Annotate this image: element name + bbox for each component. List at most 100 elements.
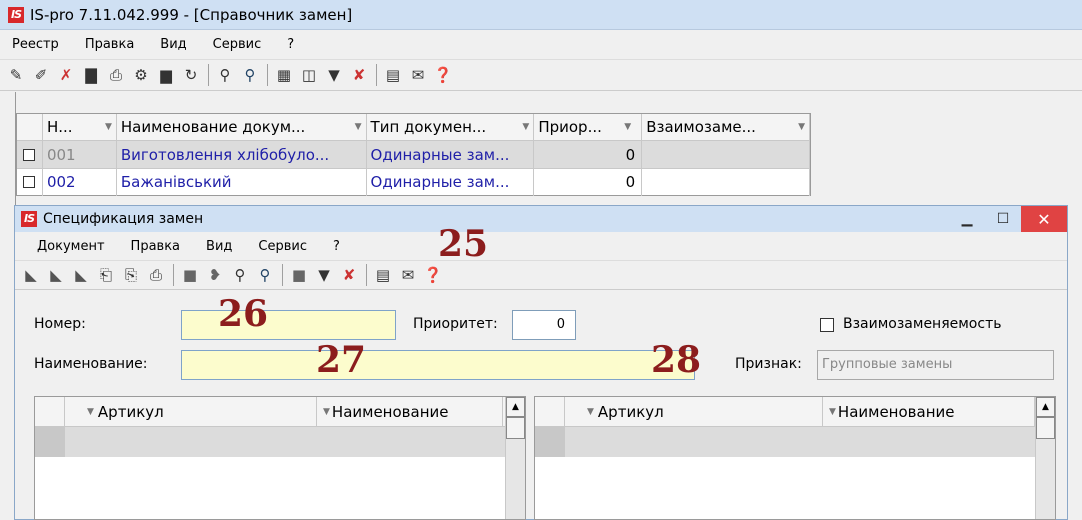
replacements-grid: Н... ▼ Наименование докум... ▼ Тип докумен… [16,113,811,196]
mutual-checkbox[interactable] [820,318,834,332]
name-input[interactable] [181,350,695,380]
scroll-thumb[interactable] [1036,417,1055,439]
menu-edit[interactable]: Правка [85,37,134,52]
col-header-mutual[interactable]: Взаимозаме... ▼ [642,113,810,141]
tools-icon[interactable]: ⚙ [129,63,153,87]
close-icon[interactable]: ✕ [1021,206,1067,232]
cell-priority[interactable]: 0 [534,168,643,196]
scroll-up-icon[interactable]: ▲ [1036,397,1055,417]
menu-registry[interactable]: Реестр [12,37,59,52]
toolbar-separator [366,264,367,286]
menu-view[interactable]: Вид [160,37,186,52]
cell-name[interactable]: Виготовлення хлібобуло... [117,141,367,168]
form-icon[interactable]: ▤ [381,63,405,87]
row-checkbox[interactable] [23,176,35,188]
chevron-down-icon[interactable]: ▼ [87,407,94,417]
chevron-down-icon[interactable]: ▼ [355,122,362,132]
col-header-name[interactable]: Наименование докум... ▼ [117,113,367,141]
delete-row-icon[interactable]: ◣ [69,263,93,287]
cell-number[interactable]: 002 [43,168,117,196]
sign-field: Групповые замены [817,350,1054,380]
menu-help[interactable]: ? [333,239,340,254]
menu-help[interactable]: ? [287,37,294,52]
sub-title-bar: IS Спецификация замен ▁ ☐ ✕ [15,206,1067,232]
cell-type[interactable]: Одинарные зам... [367,141,535,168]
col-header-name[interactable]: ▼ Наименование [823,396,1035,427]
help-icon[interactable]: ❓ [421,263,445,287]
menu-service[interactable]: Сервис [258,239,307,254]
maximize-icon[interactable]: ☐ [985,206,1021,232]
chevron-down-icon[interactable]: ▼ [624,122,631,132]
table-row[interactable]: 002 Бажанівський Одинарные зам... 0 [17,168,810,196]
filter-icon[interactable]: ▼ [322,63,346,87]
chevron-down-icon[interactable]: ▼ [829,407,836,417]
cell-mutual[interactable] [642,141,810,168]
filter-icon[interactable]: ▼ [312,263,336,287]
clear-filter-icon[interactable]: ✘ [347,63,371,87]
cell-priority[interactable]: 0 [534,141,643,168]
minimize-icon[interactable]: ▁ [949,206,985,232]
scrollbar[interactable]: ▲ [505,397,525,519]
book-icon[interactable]: ▆ [154,63,178,87]
col-header-priority[interactable]: Приор... ▼ [534,113,643,141]
row-checkbox[interactable] [23,148,35,161]
chevron-down-icon[interactable]: ▼ [105,122,112,132]
col-label: Наименование докум... [120,118,306,136]
chevron-down-icon[interactable]: ▼ [323,407,330,417]
toolbar-separator [208,64,209,86]
scroll-thumb[interactable] [506,417,525,439]
mail-icon[interactable]: ✉ [406,63,430,87]
form-icon[interactable]: ▤ [371,263,395,287]
chevron-down-icon[interactable]: ▼ [522,122,529,132]
mail-icon[interactable]: ✉ [396,263,420,287]
chevron-down-icon[interactable]: ▼ [587,407,594,417]
menu-edit[interactable]: Правка [131,239,180,254]
number-input[interactable] [181,310,396,340]
cell-number[interactable]: 001 [43,141,117,168]
copy-icon[interactable]: ▇ [79,63,103,87]
print-icon[interactable]: ⎙ [104,63,128,87]
new-doc-icon[interactable]: ⎗ [94,263,118,287]
refresh-icon[interactable]: ↻ [179,63,203,87]
menu-service[interactable]: Сервис [213,37,262,52]
cell-name[interactable]: Бажанівський [117,168,367,196]
col-header-number[interactable]: Н... ▼ [43,113,117,141]
clear-filter-icon[interactable]: ✘ [337,263,361,287]
print-icon[interactable]: ⎙ [144,263,168,287]
menu-view[interactable]: Вид [206,239,232,254]
block-icon[interactable]: ■ [178,263,202,287]
col-header-article[interactable]: ▼ Артикул [65,396,317,427]
layout-icon[interactable]: ◫ [297,63,321,87]
menu-document[interactable]: Документ [37,239,105,254]
cell-type[interactable]: Одинарные зам... [367,168,535,196]
delete-doc-icon[interactable]: ✗ [54,63,78,87]
new-doc-icon[interactable]: ✎ [4,63,28,87]
help-icon[interactable]: ❓ [431,63,455,87]
table-icon[interactable]: ▦ [272,63,296,87]
row-checkbox-cell[interactable] [17,141,43,168]
row-checkbox-cell[interactable] [17,168,43,196]
dropper-icon[interactable]: ❥ [203,263,227,287]
search-next-icon[interactable]: ⚲ [253,263,277,287]
scrollbar[interactable]: ▲ [1035,397,1055,519]
scroll-up-icon[interactable]: ▲ [506,397,525,417]
col-header-article[interactable]: ▼ Артикул [565,396,823,427]
priority-input[interactable]: 0 [512,310,576,340]
search-icon[interactable]: ⚲ [213,63,237,87]
edit-doc-icon[interactable]: ✐ [29,63,53,87]
add-row-icon[interactable]: ◣ [19,263,43,287]
col-label: Н... [46,118,73,136]
search-next-icon[interactable]: ⚲ [238,63,262,87]
copy-doc-icon[interactable]: ⎘ [119,263,143,287]
col-header-type[interactable]: Тип докумен... ▼ [367,113,535,141]
chevron-down-icon[interactable]: ▼ [798,122,805,132]
block-icon[interactable]: ■ [287,263,311,287]
list-item[interactable] [535,427,1055,457]
search-icon[interactable]: ⚲ [228,263,252,287]
header-select-cell [17,113,43,141]
edit-row-icon[interactable]: ◣ [44,263,68,287]
col-header-name[interactable]: ▼ Наименование [317,396,503,427]
cell-mutual[interactable] [642,168,810,196]
table-row[interactable]: 001 Виготовлення хлібобуло... Одинарные … [17,141,810,168]
list-item[interactable] [35,427,525,457]
